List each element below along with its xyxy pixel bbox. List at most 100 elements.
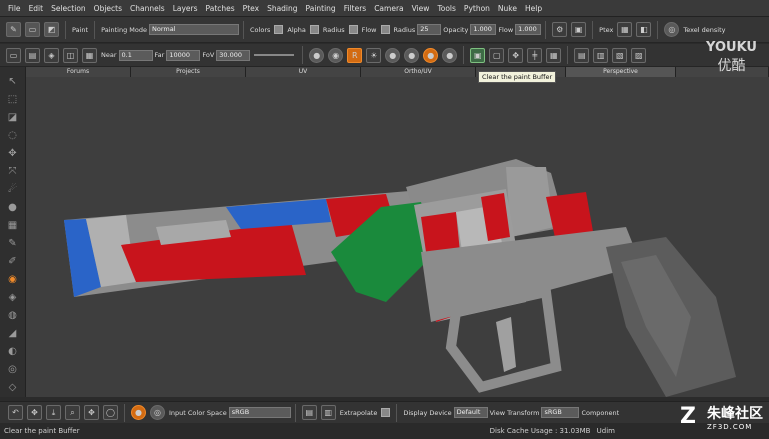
sharpen-icon[interactable]: ◇ xyxy=(7,382,19,394)
perspective-viewport[interactable] xyxy=(26,77,769,397)
color-sphere-icon[interactable]: ● xyxy=(131,405,146,420)
globe-icon[interactable]: ◎ xyxy=(664,22,680,37)
settings-icon[interactable]: ⚙ xyxy=(552,22,568,37)
menu-shading[interactable]: Shading xyxy=(263,4,301,13)
split-icon[interactable]: ╪ xyxy=(527,47,543,63)
input-color-space-dropdown[interactable]: sRGB xyxy=(228,407,291,418)
menu-help[interactable]: Help xyxy=(521,4,546,13)
rotate-icon[interactable]: ↶ xyxy=(8,405,23,420)
fov-slider[interactable] xyxy=(254,54,295,56)
tab-ortho-uv[interactable]: Ortho/UV xyxy=(361,67,476,77)
tab-perspective[interactable]: Perspective xyxy=(566,67,676,77)
lock-icon[interactable]: ▣ xyxy=(571,22,587,37)
menu-selection[interactable]: Selection xyxy=(47,4,90,13)
near-field[interactable]: 0.1 xyxy=(118,49,153,61)
menu-painting[interactable]: Painting xyxy=(302,4,340,13)
radius-checkbox[interactable] xyxy=(348,25,358,34)
menu-patches[interactable]: Patches xyxy=(202,4,239,13)
ptex-edit-icon[interactable]: ◧ xyxy=(636,22,652,37)
dodge-icon[interactable]: ◎ xyxy=(7,364,19,376)
light-icon[interactable]: ☀ xyxy=(366,47,382,63)
eraser-tool-icon[interactable]: ◢ xyxy=(7,328,19,340)
grid-tool-icon[interactable]: ▦ xyxy=(7,220,19,232)
view-transform-dropdown[interactable]: sRGB xyxy=(541,407,580,418)
stamp-icon[interactable]: ◩ xyxy=(44,22,59,37)
fov-label: FoV xyxy=(202,51,215,59)
dolly-icon[interactable]: ⤓ xyxy=(46,405,61,420)
menu-file[interactable]: File xyxy=(4,4,25,13)
tab-projects[interactable]: Projects xyxy=(131,67,246,77)
sphere-icon[interactable]: ● xyxy=(309,47,325,63)
gloss-sphere-icon[interactable]: ● xyxy=(404,47,420,63)
bake-icon[interactable]: ▢ xyxy=(489,47,505,63)
menu-nuke[interactable]: Nuke xyxy=(494,4,521,13)
pan-icon[interactable]: ✥ xyxy=(27,405,42,420)
colors-checkbox[interactable] xyxy=(274,25,284,34)
grid-icon[interactable]: ▦ xyxy=(546,47,562,63)
menu-view[interactable]: View xyxy=(408,4,434,13)
chart-icon[interactable]: ▥ xyxy=(320,405,336,420)
flow-field[interactable]: 1.000 xyxy=(515,24,542,35)
move-tool-icon[interactable]: ✥ xyxy=(7,148,19,160)
drop-icon[interactable]: ● xyxy=(7,202,19,214)
paint-sphere-icon[interactable]: ● xyxy=(423,47,439,63)
menu-filters[interactable]: Filters xyxy=(340,4,370,13)
brush-icon[interactable]: ✎ xyxy=(6,22,21,37)
new-view-icon[interactable]: ▭ xyxy=(6,47,21,63)
env-sphere-icon[interactable]: ● xyxy=(442,47,458,63)
radius-field[interactable]: 25 xyxy=(417,24,442,35)
picker-icon[interactable]: ✐ xyxy=(7,256,19,268)
painting-mode-dropdown[interactable]: Normal xyxy=(149,24,240,35)
select-object-icon[interactable]: ◪ xyxy=(7,112,19,124)
menu-edit[interactable]: Edit xyxy=(25,4,48,13)
menu-layers[interactable]: Layers xyxy=(169,4,202,13)
layer-mask-icon[interactable]: ▨ xyxy=(631,47,647,63)
smear-icon[interactable]: ☄ xyxy=(7,184,19,196)
select-arrow-icon[interactable]: ↖ xyxy=(7,76,19,88)
clone-icon[interactable]: ◈ xyxy=(7,292,19,304)
target-icon[interactable]: ◉ xyxy=(328,47,344,63)
trigger xyxy=(496,317,516,372)
transform-icon[interactable]: ⤧ xyxy=(7,166,19,178)
cube-icon[interactable]: ◈ xyxy=(44,47,59,63)
flow-checkbox[interactable] xyxy=(380,25,390,34)
tab-uv[interactable]: UV xyxy=(246,67,361,77)
fov-field[interactable]: 30.000 xyxy=(216,49,251,61)
clear-paint-buffer-icon[interactable]: ▣ xyxy=(470,47,486,63)
layer-icon[interactable]: ▤ xyxy=(574,47,590,63)
layer-merge-icon[interactable]: ▧ xyxy=(612,47,628,63)
menu-objects[interactable]: Objects xyxy=(90,4,126,13)
menu-tools[interactable]: Tools xyxy=(433,4,459,13)
zf-logo-icon: Z xyxy=(680,404,696,429)
blur-icon[interactable]: ◍ xyxy=(7,310,19,322)
opacity-field[interactable]: 1.000 xyxy=(470,24,497,35)
frame-icon[interactable]: ◫ xyxy=(63,47,78,63)
ptex-grid-icon[interactable]: ▦ xyxy=(617,22,633,37)
display-device-dropdown[interactable]: Default xyxy=(453,407,488,418)
zoom-icon[interactable]: ⌕ xyxy=(65,405,80,420)
wireframe-icon[interactable]: ▦ xyxy=(82,47,97,63)
menu-camera[interactable]: Camera xyxy=(370,4,407,13)
tab-forums[interactable]: Forums xyxy=(26,67,131,77)
move-view-icon[interactable]: ✥ xyxy=(84,405,99,420)
fit-icon[interactable]: ◯ xyxy=(103,405,118,420)
menu-python[interactable]: Python xyxy=(460,4,494,13)
select-patch-icon[interactable]: ⬚ xyxy=(7,94,19,106)
document-icon[interactable]: ▤ xyxy=(301,405,317,420)
shade-sphere-icon[interactable]: ● xyxy=(385,47,401,63)
alpha-checkbox[interactable] xyxy=(309,25,319,34)
projection-icon[interactable]: ◉ xyxy=(7,274,19,286)
eraser-icon[interactable]: ▭ xyxy=(25,22,40,37)
menu-ptex[interactable]: Ptex xyxy=(239,4,263,13)
render-icon[interactable]: R xyxy=(347,47,363,63)
layer-copy-icon[interactable]: ▥ xyxy=(593,47,609,63)
lut-icon[interactable]: ◎ xyxy=(150,405,165,420)
paint-tool-icon[interactable]: ✎ xyxy=(7,238,19,250)
menu-channels[interactable]: Channels xyxy=(126,4,169,13)
lasso-icon[interactable]: ◌ xyxy=(7,130,19,142)
far-field[interactable]: 10000 xyxy=(166,49,201,61)
extrapolate-checkbox[interactable] xyxy=(381,408,391,417)
move-icon[interactable]: ✥ xyxy=(508,47,524,63)
fill-icon[interactable]: ◐ xyxy=(7,346,19,358)
screenshot-icon[interactable]: ▤ xyxy=(25,47,40,63)
